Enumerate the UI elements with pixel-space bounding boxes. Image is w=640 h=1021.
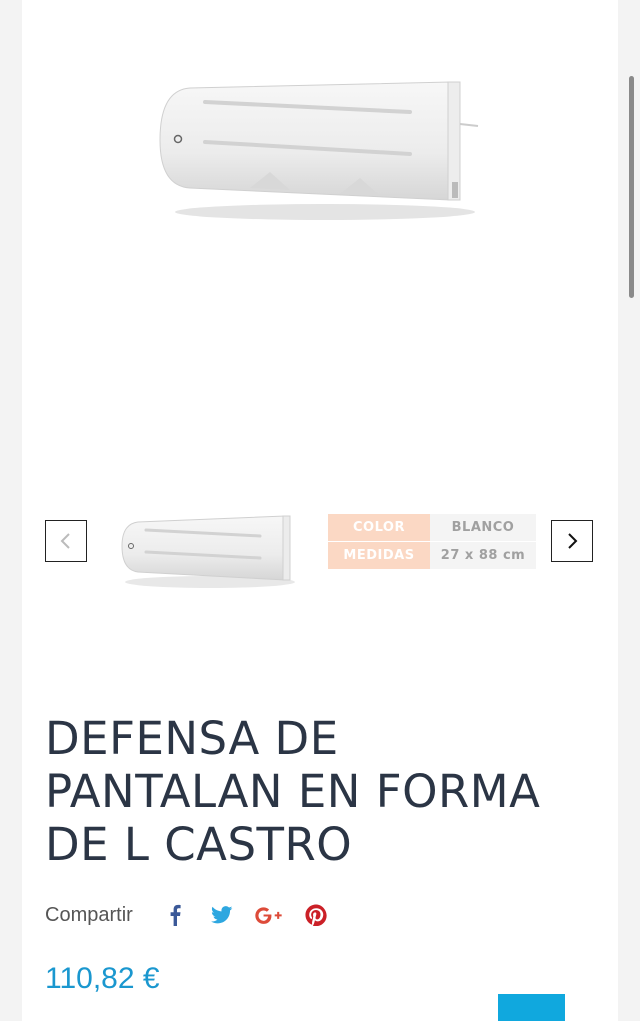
title-line: DE L CASTRO xyxy=(45,818,353,871)
google-plus-icon xyxy=(255,907,282,924)
gallery-prev-button[interactable] xyxy=(45,520,87,562)
google-plus-share-button[interactable] xyxy=(254,900,284,930)
gallery-next-button[interactable] xyxy=(551,520,593,562)
spec-key: MEDIDAS xyxy=(328,541,430,570)
facebook-icon xyxy=(170,904,181,926)
product-title: DEFENSA DE PANTALAN EN FORMA DE L CASTRO xyxy=(45,712,605,871)
spec-row: COLOR BLANCO xyxy=(328,514,536,542)
spec-value: 27 x 88 cm xyxy=(430,541,536,570)
add-to-cart-button[interactable] xyxy=(498,994,565,1021)
chevron-left-icon xyxy=(60,533,70,549)
share-bar: Compartir xyxy=(45,900,331,930)
chevron-right-icon xyxy=(568,533,578,549)
pinterest-share-button[interactable] xyxy=(301,900,331,930)
spec-key: COLOR xyxy=(328,514,430,542)
product-price: 110,82 € xyxy=(45,962,160,995)
twitter-share-button[interactable] xyxy=(207,900,237,930)
share-label: Compartir xyxy=(45,903,133,926)
twitter-icon xyxy=(210,906,233,924)
thumbnail-product-image[interactable] xyxy=(100,490,315,600)
main-product-image xyxy=(159,81,479,220)
facebook-share-button[interactable] xyxy=(160,900,190,930)
title-line: DEFENSA DE xyxy=(45,712,339,765)
title-line: PANTALAN EN FORMA xyxy=(45,765,541,818)
pinterest-icon xyxy=(305,904,327,926)
scrollbar[interactable] xyxy=(629,76,634,298)
spec-value: BLANCO xyxy=(430,514,536,542)
specs-thumbnail[interactable]: COLOR BLANCO MEDIDAS 27 x 88 cm xyxy=(328,514,536,570)
spec-row: MEDIDAS 27 x 88 cm xyxy=(328,541,536,570)
